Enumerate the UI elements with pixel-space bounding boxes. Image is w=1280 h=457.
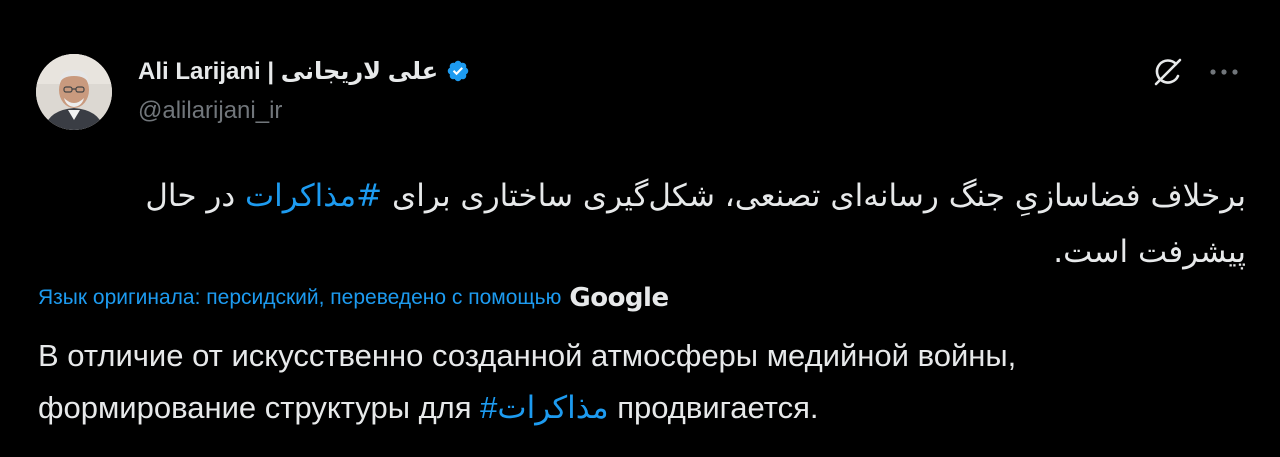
- original-text-part: برخلاف فضاسازیِ جنگ رسانه‌ای تصنعی، شکل‌…: [382, 178, 1246, 214]
- google-logo: Google: [569, 283, 669, 313]
- tweet-translated-text: В отличие от искусственно созданной атмо…: [38, 330, 1238, 434]
- tweet-card[interactable]: Ali Larijani | علی لاریجانی @alilarijani…: [0, 0, 1280, 457]
- hashtag-link[interactable]: #مذاکرات: [245, 178, 382, 214]
- translation-note-text[interactable]: Язык оригинала: персидский, переведено с…: [38, 286, 561, 310]
- author-handle[interactable]: @alilarijani_ir: [138, 97, 282, 125]
- author-display-name[interactable]: Ali Larijani | علی لاریجانی: [138, 57, 438, 86]
- translated-hashtag-link[interactable]: #مذاکرات: [480, 390, 608, 425]
- author-name-row[interactable]: Ali Larijani | علی لاریجانی: [138, 54, 470, 88]
- avatar[interactable]: [36, 54, 112, 130]
- tweet-original-text: برخلاف فضاسازیِ جنگ رسانه‌ای تصنعی، شکل‌…: [40, 168, 1246, 280]
- translated-text-part: продвигается.: [608, 390, 819, 425]
- translation-attribution[interactable]: Язык оригинала: персидский, переведено с…: [38, 283, 669, 313]
- grok-icon[interactable]: [1150, 54, 1186, 90]
- verified-badge-icon[interactable]: [446, 59, 470, 83]
- more-options-icon[interactable]: [1206, 54, 1242, 90]
